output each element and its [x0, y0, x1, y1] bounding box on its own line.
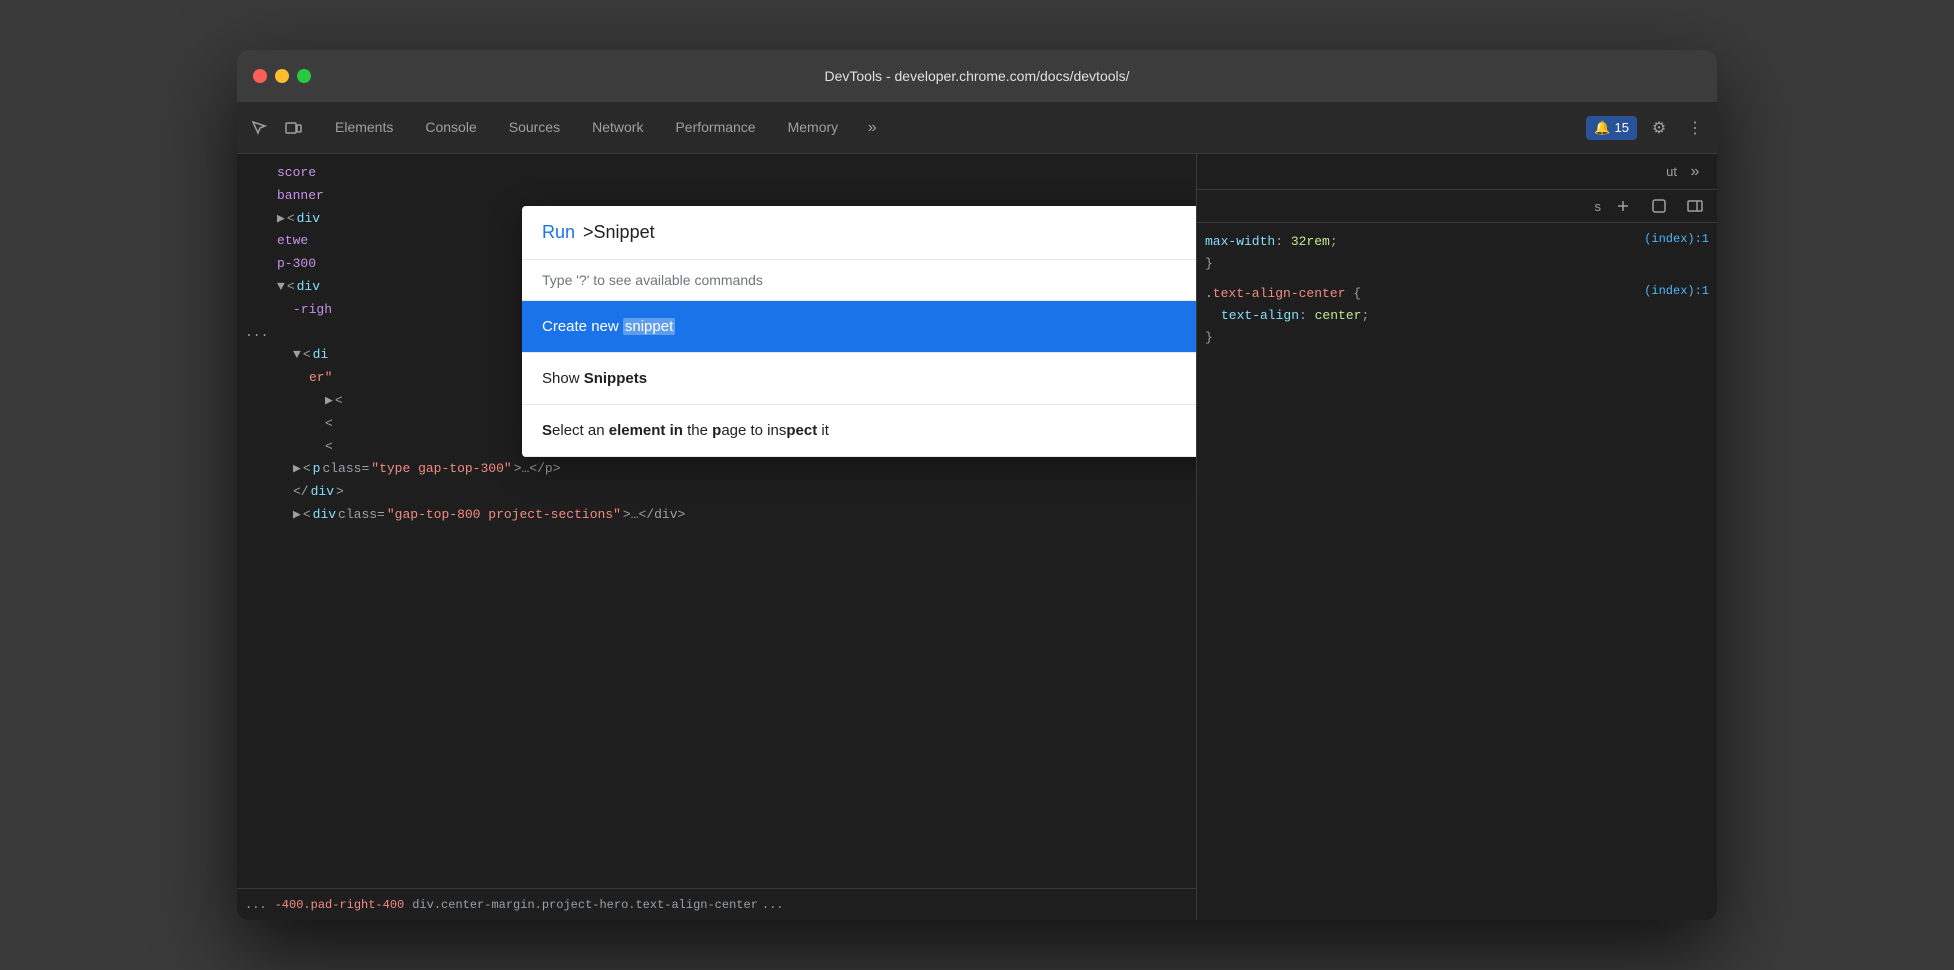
- traffic-lights: [253, 69, 311, 83]
- css-close-line: }: [1205, 327, 1369, 349]
- styles-content: max-width: 32rem; } (index):1: [1197, 223, 1717, 920]
- tab-console[interactable]: Console: [409, 102, 492, 154]
- result-text-select-element: Select an element in the page to inspect…: [542, 422, 1197, 439]
- element-line: score: [237, 162, 1196, 185]
- device-icon[interactable]: [279, 114, 307, 142]
- chevron-right-icon: »: [1691, 163, 1700, 181]
- main-content: score banner ▶ <div etwe p-300: [237, 154, 1717, 920]
- css-line: }: [1205, 253, 1338, 275]
- right-more-button[interactable]: »: [1681, 158, 1709, 186]
- result-text-show-snippets: Show Snippets: [542, 370, 1197, 387]
- tab-elements[interactable]: Elements: [319, 102, 409, 154]
- settings-button[interactable]: ⚙: [1645, 114, 1673, 142]
- toggle-sidebar-button[interactable]: [1681, 192, 1709, 220]
- right-toolbar: ut »: [1197, 154, 1717, 190]
- settings-icon: ⚙: [1652, 118, 1666, 138]
- notifications-icon: 🔔: [1594, 120, 1610, 136]
- more-tabs-button[interactable]: »: [858, 114, 886, 142]
- result-text-create-snippet: Create new snippet: [542, 318, 1197, 335]
- tab-sources[interactable]: Sources: [493, 102, 576, 154]
- add-style-button[interactable]: [1609, 192, 1637, 220]
- refresh-style-button[interactable]: [1645, 192, 1673, 220]
- breadcrumb: ... -400.pad-right-400 div.center-margin…: [237, 888, 1196, 920]
- element-line: ▶ <div class="gap-top-800 project-sectio…: [237, 504, 1196, 527]
- tab-performance[interactable]: Performance: [659, 102, 771, 154]
- tab-memory[interactable]: Memory: [772, 102, 855, 154]
- element-line: </div>: [237, 481, 1196, 504]
- element-line: banner: [237, 185, 1196, 208]
- maximize-button[interactable]: [297, 69, 311, 83]
- title-bar: DevTools - developer.chrome.com/docs/dev…: [237, 50, 1717, 102]
- element-line: ▶ <p class="type gap-top-300">…</p>: [237, 458, 1196, 481]
- tab-bar: Elements Console Sources Network Perform…: [237, 102, 1717, 154]
- run-label: Run: [542, 222, 575, 243]
- tab-network[interactable]: Network: [576, 102, 659, 154]
- css-property-line: text-align: center;: [1205, 305, 1369, 327]
- style-label: s: [1595, 199, 1602, 214]
- command-palette: Run Type '?' to see available commands C…: [522, 206, 1197, 457]
- command-input[interactable]: [583, 222, 1197, 243]
- elements-panel: score banner ▶ <div etwe p-300: [237, 154, 1197, 920]
- inspect-icon[interactable]: [245, 114, 273, 142]
- command-result-show-snippets[interactable]: Show Snippets Sources: [522, 353, 1197, 405]
- css-line: max-width: 32rem;: [1205, 231, 1338, 253]
- command-result-create-snippet[interactable]: Create new snippet Sources: [522, 301, 1197, 353]
- more-vert-icon: ⋮: [1687, 118, 1703, 138]
- command-result-select-element[interactable]: Select an element in the page to inspect…: [522, 405, 1197, 457]
- out-label: ut: [1666, 164, 1677, 179]
- close-button[interactable]: [253, 69, 267, 83]
- command-input-row: Run: [522, 206, 1197, 260]
- css-source-label: (index):1: [1644, 232, 1709, 246]
- more-options-button[interactable]: ⋮: [1681, 114, 1709, 142]
- devtools-window: DevTools - developer.chrome.com/docs/dev…: [237, 50, 1717, 920]
- tabs: Elements Console Sources Network Perform…: [319, 102, 1586, 154]
- tab-icon-group: [245, 114, 307, 142]
- tab-right-actions: 🔔 15 ⚙ ⋮: [1586, 114, 1709, 142]
- styles-panel: ut » s: [1197, 154, 1717, 920]
- command-hint: Type '?' to see available commands: [522, 260, 1197, 301]
- minimize-button[interactable]: [275, 69, 289, 83]
- notifications-badge[interactable]: 🔔 15: [1586, 116, 1637, 140]
- window-title: DevTools - developer.chrome.com/docs/dev…: [824, 68, 1129, 84]
- devtools-panel: Elements Console Sources Network Perform…: [237, 102, 1717, 920]
- css-source-label-2: (index):1: [1644, 284, 1709, 298]
- css-selector-line: .text-align-center {: [1205, 283, 1369, 305]
